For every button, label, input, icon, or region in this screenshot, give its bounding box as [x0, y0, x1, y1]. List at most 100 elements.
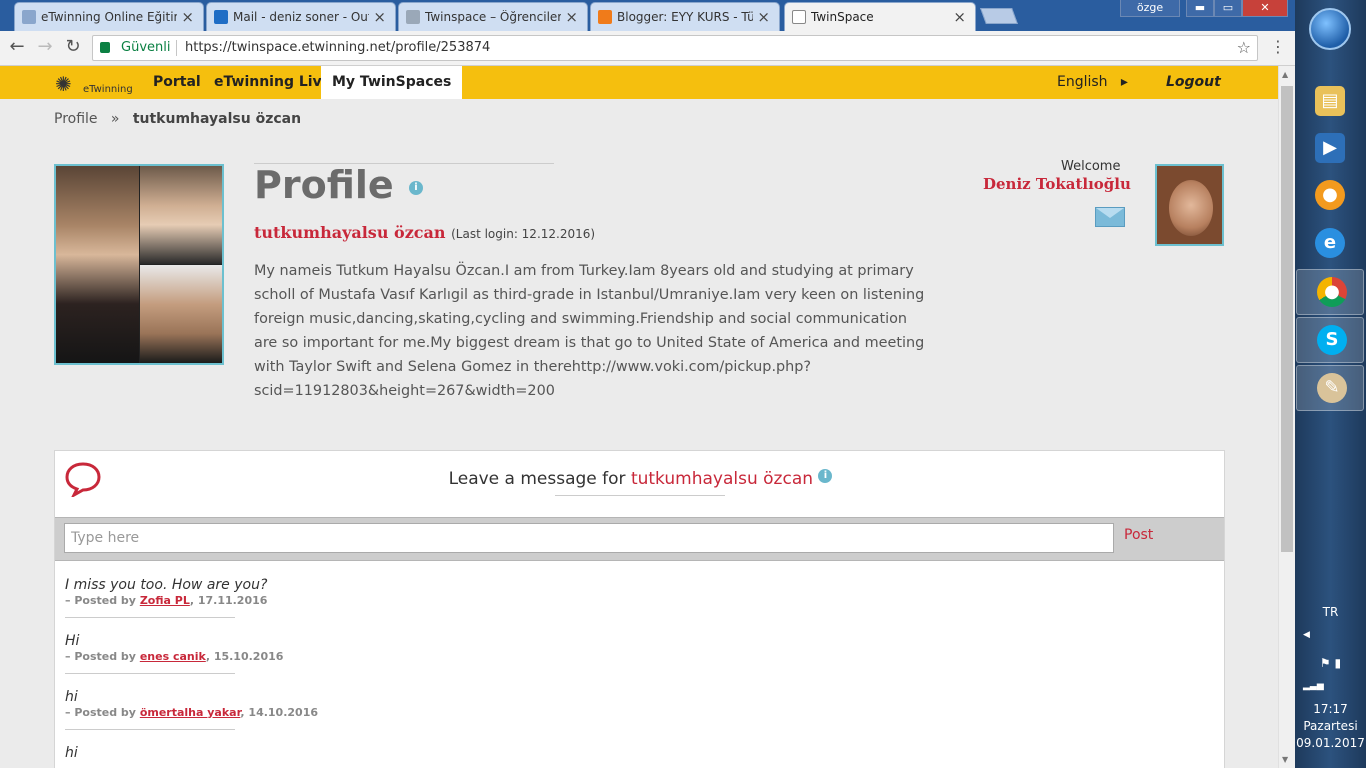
user-profile-badge[interactable]: özge — [1120, 0, 1180, 17]
mail-envelope-icon[interactable] — [1095, 207, 1125, 227]
message-meta: – Posted by enes canik, 15.10.2016 — [65, 650, 284, 663]
tab-close-icon[interactable]: × — [953, 8, 966, 26]
message-text: I miss you too. How are you? — [65, 577, 268, 593]
message-item: hi — [65, 745, 235, 761]
bookmark-star-icon[interactable]: ☆ — [1237, 36, 1251, 60]
breadcrumb-profile-link[interactable]: Profile — [54, 111, 98, 127]
start-button[interactable] — [1309, 8, 1351, 50]
tray-expand-icon[interactable]: ◀ — [1295, 630, 1366, 640]
message-text: Hi — [65, 633, 80, 649]
back-arrow-icon[interactable]: ← — [6, 36, 28, 58]
address-bar[interactable]: Güvenli https://twinspace.etwinning.net/… — [92, 35, 1258, 61]
avatar[interactable] — [1155, 164, 1224, 246]
browser-tab-blogger[interactable]: Blogger: EYY KURS - Tüm × — [590, 2, 780, 31]
profile-photo — [54, 164, 224, 365]
caret-right-icon: ▸ — [1120, 74, 1128, 90]
outlook-favicon-icon — [214, 10, 228, 24]
nav-my-twinspaces[interactable]: My TwinSpaces — [321, 66, 463, 99]
author-link[interactable]: Zofia PL — [140, 594, 190, 607]
taskbar-media-player[interactable]: ▶ — [1295, 126, 1366, 172]
message-title: Leave a message for tutkumhayalsu özcan … — [55, 469, 1226, 489]
minimize-button[interactable]: ▬ — [1186, 0, 1214, 17]
page-content: ✺ eTwinning Portal eTwinning Live My Twi… — [0, 66, 1278, 768]
info-icon[interactable]: i — [818, 469, 833, 483]
messenger-icon: ● — [1315, 180, 1345, 210]
paint-icon: ✎ — [1317, 373, 1347, 403]
taskbar-internet-explorer[interactable]: e — [1295, 221, 1366, 267]
browser-tab-strip: eTwinning Online Eğitim × Mail - deniz s… — [0, 0, 1296, 32]
clock-time[interactable]: 17:17 — [1295, 702, 1366, 716]
etwinning-logo[interactable]: ✺ eTwinning — [55, 72, 135, 96]
page-favicon-icon — [792, 10, 806, 24]
page-scrollbar[interactable]: ▲ ▼ — [1278, 66, 1295, 768]
etwinning-favicon-icon — [22, 10, 36, 24]
browser-tab-twinspace[interactable]: TwinSpace × — [784, 2, 976, 32]
forward-arrow-icon[interactable]: → — [34, 36, 56, 58]
divider — [65, 729, 235, 730]
internet-explorer-icon: e — [1315, 228, 1345, 258]
message-text: hi — [65, 745, 78, 761]
reload-icon[interactable]: ↻ — [62, 36, 84, 58]
explorer-icon: ▤ — [1315, 86, 1345, 116]
last-login: (Last login: 12.12.2016) — [451, 227, 596, 241]
browser-tab-twinspace-students[interactable]: Twinspace – Öğrenciler i × — [398, 2, 588, 31]
message-input[interactable] — [64, 523, 1114, 553]
tab-close-icon[interactable]: × — [181, 8, 194, 26]
welcome-user-name[interactable]: Deniz Tokatlıoğlu — [983, 175, 1131, 193]
network-icon[interactable]: ⚑ ▮ — [1295, 656, 1366, 670]
lock-icon — [100, 42, 110, 53]
nav-portal[interactable]: Portal — [142, 66, 212, 99]
post-button[interactable]: Post — [1124, 527, 1153, 543]
skype-icon: S — [1317, 325, 1347, 355]
close-window-button[interactable]: ✕ — [1242, 0, 1288, 17]
windows-taskbar: ▤ ▶ ● e ● S ✎ TR ◀ ⚑ ▮ ▂▃▅ 17:17 Pazarte… — [1295, 0, 1366, 768]
scroll-down-icon[interactable]: ▼ — [1282, 755, 1288, 764]
message-text: hi — [65, 689, 78, 705]
scrollbar-thumb[interactable] — [1281, 86, 1293, 552]
divider — [176, 40, 177, 56]
divider — [65, 617, 235, 618]
profile-about-text: My nameis Tutkum Hayalsu Özcan.I am from… — [254, 263, 925, 399]
input-language[interactable]: TR — [1295, 605, 1366, 619]
maximize-button[interactable]: ▭ — [1214, 0, 1242, 17]
taskbar-messenger[interactable]: ● — [1295, 173, 1366, 219]
message-item: hi – Posted by ömertalha yakar, 14.10.20… — [65, 689, 318, 730]
signal-icon[interactable]: ▂▃▅ — [1295, 681, 1366, 691]
taskbar-skype[interactable]: S — [1296, 317, 1364, 363]
language-selector[interactable]: English ▸ — [1057, 66, 1128, 99]
taskbar-paint[interactable]: ✎ — [1296, 365, 1364, 411]
message-input-bar: Post — [55, 517, 1224, 561]
profile-username: tutkumhayalsu özcan (Last login: 12.12.2… — [254, 223, 596, 242]
breadcrumb: Profile » tutkumhayalsu özcan — [54, 111, 301, 127]
browser-tab-mail[interactable]: Mail - deniz soner - Outlo × — [206, 2, 396, 31]
tab-close-icon[interactable]: × — [757, 8, 770, 26]
clock-day[interactable]: Pazartesi — [1295, 719, 1366, 733]
clock-date[interactable]: 09.01.2017 — [1295, 736, 1366, 750]
welcome-label: Welcome — [1061, 159, 1121, 174]
breadcrumb-separator: » — [110, 111, 120, 127]
author-link[interactable]: ömertalha yakar — [140, 706, 241, 719]
avatar-face — [1169, 180, 1213, 236]
secure-label: Güvenli — [121, 40, 171, 55]
media-player-icon: ▶ — [1315, 133, 1345, 163]
page-title: Profile i — [254, 163, 423, 207]
info-icon[interactable]: i — [408, 180, 423, 195]
taskbar-chrome[interactable]: ● — [1296, 269, 1364, 315]
url-text[interactable]: https://twinspace.etwinning.net/profile/… — [185, 36, 490, 60]
author-link[interactable]: enes canik — [140, 650, 206, 663]
message-box: Leave a message for tutkumhayalsu özcan … — [54, 450, 1225, 768]
twinspace-favicon-icon — [406, 10, 420, 24]
breadcrumb-current: tutkumhayalsu özcan — [132, 111, 302, 127]
site-navbar: ✺ eTwinning Portal eTwinning Live My Twi… — [0, 66, 1278, 99]
chrome-icon: ● — [1317, 277, 1347, 307]
message-meta: – Posted by Zofia PL, 17.11.2016 — [65, 594, 268, 607]
tab-close-icon[interactable]: × — [565, 8, 578, 26]
tab-close-icon[interactable]: × — [373, 8, 386, 26]
logout-link[interactable]: Logout — [1166, 66, 1221, 99]
title-rule — [555, 495, 725, 496]
browser-menu-icon[interactable]: ⋮ — [1270, 37, 1286, 56]
new-tab-button[interactable] — [980, 8, 1018, 24]
taskbar-explorer[interactable]: ▤ — [1295, 79, 1366, 125]
scroll-up-icon[interactable]: ▲ — [1282, 70, 1288, 79]
browser-tab-etwinning-online[interactable]: eTwinning Online Eğitim × — [14, 2, 204, 31]
